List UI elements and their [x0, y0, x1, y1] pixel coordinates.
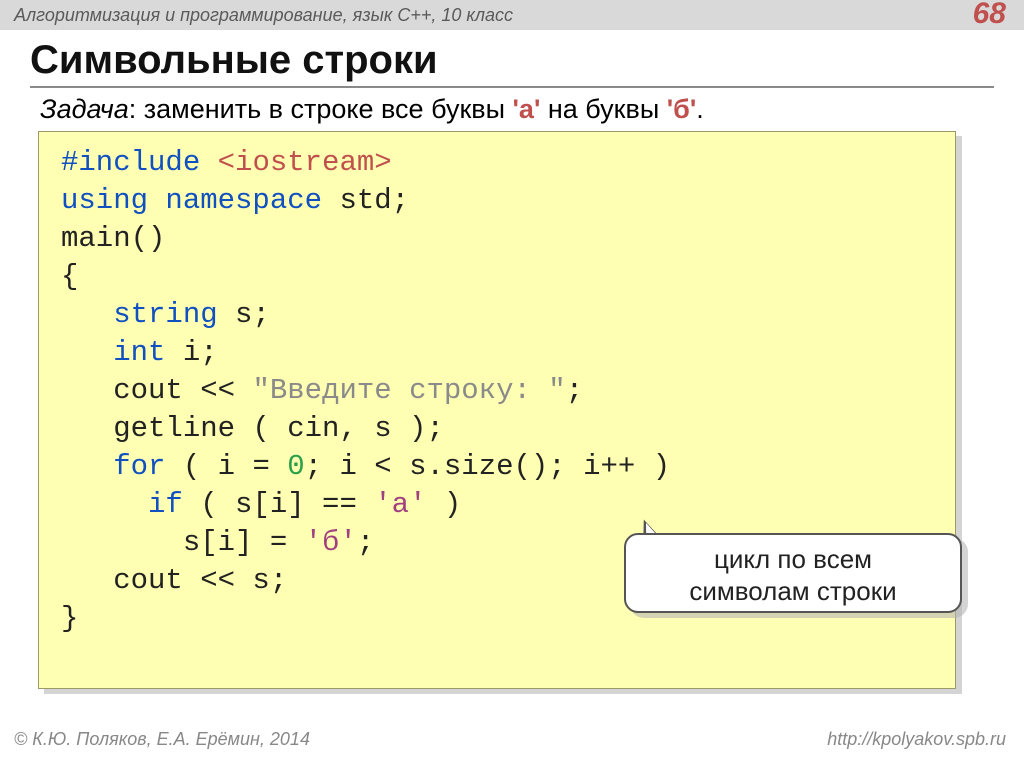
slide-title: Символьные строки	[30, 38, 438, 83]
char-b: 'б'	[667, 94, 697, 124]
task-text: Задача: заменить в строке все буквы 'а' …	[40, 94, 994, 125]
course-title: Алгоритмизация и программирование, язык …	[14, 5, 513, 25]
callout-bubble: цикл по всем символам строки	[624, 533, 962, 613]
task-label: Задача	[40, 94, 129, 124]
page-number: 68	[973, 0, 1006, 31]
slide: Алгоритмизация и программирование, язык …	[0, 0, 1024, 768]
course-title-bar: Алгоритмизация и программирование, язык …	[0, 0, 1024, 30]
callout-line1: цикл по всем	[714, 544, 872, 574]
callout-line2: символам строки	[689, 576, 896, 606]
char-a: 'а'	[513, 94, 541, 124]
copyright-text: © К.Ю. Поляков, Е.А. Ерёмин, 2014	[14, 729, 310, 750]
title-divider	[30, 86, 994, 88]
footer-url: http://kpolyakov.spb.ru	[827, 729, 1006, 750]
